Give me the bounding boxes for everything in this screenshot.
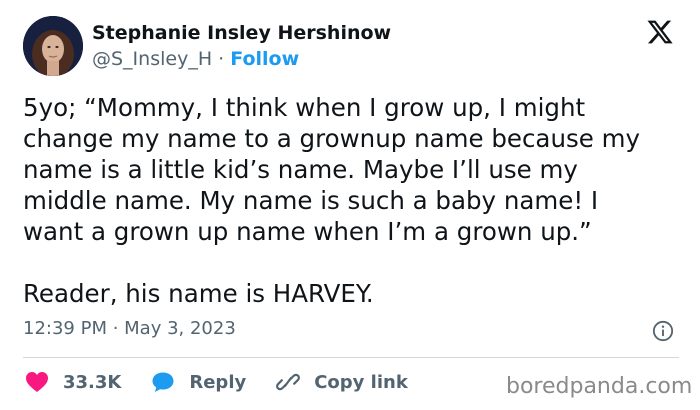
- link-icon: [276, 373, 301, 391]
- avatar-image: [23, 16, 83, 76]
- heart-icon: [26, 372, 48, 392]
- reply-label: Reply: [189, 371, 247, 393]
- copy-link-label: Copy link: [314, 371, 408, 393]
- tweet-line: Reader, his name is HARVEY.: [23, 279, 374, 308]
- tweet-line: change my name to a grownup name because…: [23, 124, 640, 153]
- like-button[interactable]: 33.3K: [25, 371, 121, 393]
- author-handle[interactable]: @S_Insley_H: [92, 48, 212, 70]
- tweet-line: 5yo; “Mommy, I think when I grow up, I m…: [23, 93, 586, 122]
- avatar[interactable]: [23, 16, 83, 76]
- reply-bubble-icon: [152, 372, 174, 392]
- tweet-line: middle name. My name is such a baby name…: [23, 186, 599, 215]
- author-meta: @S_Insley_H · Follow: [92, 48, 299, 70]
- tweet-line: name is a little kid’s name. Maybe I’ll …: [23, 155, 578, 184]
- x-logo-icon[interactable]: [646, 18, 674, 46]
- divider: [23, 357, 679, 358]
- tweet-timestamp[interactable]: 12:39 PM · May 3, 2023: [23, 318, 236, 339]
- reply-button[interactable]: Reply: [151, 371, 246, 393]
- follow-button[interactable]: Follow: [230, 48, 299, 70]
- author-name[interactable]: Stephanie Insley Hershinow: [92, 22, 391, 44]
- separator-dot: ·: [218, 48, 225, 70]
- copy-link-button[interactable]: Copy link: [276, 371, 408, 393]
- tweet-text: 5yo; “Mommy, I think when I grow up, I m…: [23, 92, 683, 309]
- tweet-line: want a grown up name when I’m a grown up…: [23, 217, 592, 246]
- watermark: boredpanda.com: [506, 374, 693, 399]
- action-bar: 33.3K Reply Copy link: [25, 371, 408, 393]
- like-count: 33.3K: [63, 371, 122, 393]
- info-icon[interactable]: [652, 320, 674, 342]
